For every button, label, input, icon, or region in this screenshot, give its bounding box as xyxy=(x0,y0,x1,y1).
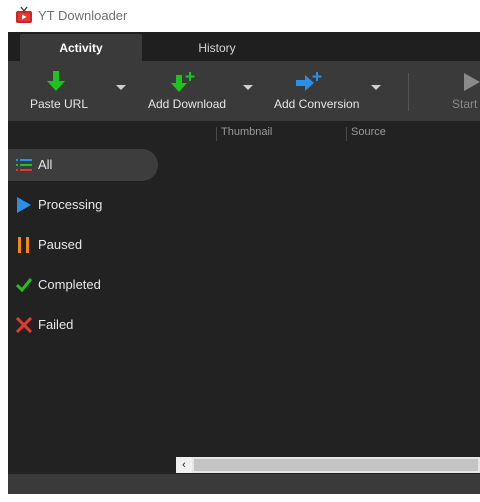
paste-url-button[interactable]: Paste URL xyxy=(8,61,128,121)
sidebar-label-all: All xyxy=(38,157,53,172)
app-logo-icon xyxy=(16,6,32,23)
paste-url-label: Paste URL xyxy=(30,97,89,111)
paste-url-dropdown-icon[interactable] xyxy=(116,85,126,90)
tab-history[interactable]: History xyxy=(156,34,278,61)
add-conversion-label: Add Conversion xyxy=(274,97,360,111)
sidebar-item-completed[interactable]: Completed xyxy=(8,269,158,301)
app-body: Activity History Paste URL Add Download … xyxy=(8,32,480,494)
sidebar-label-failed: Failed xyxy=(38,317,74,332)
start-label: Start xyxy=(452,97,478,111)
sidebar-item-failed[interactable]: Failed xyxy=(8,309,158,341)
toolbar: Paste URL Add Download Add Conversion St… xyxy=(8,61,480,121)
tab-activity[interactable]: Activity xyxy=(20,34,142,61)
add-conversion-icon xyxy=(296,72,322,91)
sidebar-label-completed: Completed xyxy=(38,277,101,292)
title-bar[interactable]: YT Downloader xyxy=(0,0,480,32)
add-conversion-dropdown-icon[interactable] xyxy=(371,85,381,90)
sidebar: All Processing Paused Completed Failed xyxy=(8,121,160,494)
column-header-thumbnail[interactable]: Thumbnail xyxy=(221,126,272,138)
sidebar-label-processing: Processing xyxy=(38,197,103,212)
list-header: Thumbnail Source xyxy=(160,121,480,145)
sidebar-item-paused[interactable]: Paused xyxy=(8,229,158,261)
app-window: YT Downloader Activity History Paste URL xyxy=(0,0,480,502)
add-download-label: Add Download xyxy=(148,97,227,111)
add-download-dropdown-icon[interactable] xyxy=(243,85,253,90)
play-icon xyxy=(17,197,31,213)
add-conversion-button[interactable]: Add Conversion xyxy=(266,61,384,121)
column-separator[interactable] xyxy=(216,127,217,141)
pause-icon xyxy=(18,237,29,253)
toolbar-separator xyxy=(408,73,409,111)
check-icon xyxy=(16,278,32,293)
main-area: All Processing Paused Completed Failed T… xyxy=(8,121,480,494)
horizontal-scrollbar[interactable]: ‹ xyxy=(176,457,480,473)
status-bar xyxy=(8,474,480,494)
column-separator[interactable] xyxy=(346,127,347,141)
tab-bar: Activity History xyxy=(8,32,480,61)
scroll-left-icon[interactable]: ‹ xyxy=(176,457,192,473)
column-header-source[interactable]: Source xyxy=(351,126,386,138)
x-icon xyxy=(16,317,32,333)
start-play-icon xyxy=(464,73,480,91)
add-download-button[interactable]: Add Download xyxy=(138,61,248,121)
sidebar-item-processing[interactable]: Processing xyxy=(8,189,158,221)
scrollbar-thumb[interactable] xyxy=(194,459,478,471)
sidebar-item-all[interactable]: All xyxy=(8,149,158,181)
window-title: YT Downloader xyxy=(38,8,128,23)
add-download-icon xyxy=(171,72,195,92)
sidebar-label-paused: Paused xyxy=(38,237,83,252)
window-bottom-edge xyxy=(0,494,480,502)
list-icon xyxy=(16,159,32,171)
download-arrow-icon xyxy=(47,71,65,91)
start-button[interactable]: Start xyxy=(438,61,480,121)
